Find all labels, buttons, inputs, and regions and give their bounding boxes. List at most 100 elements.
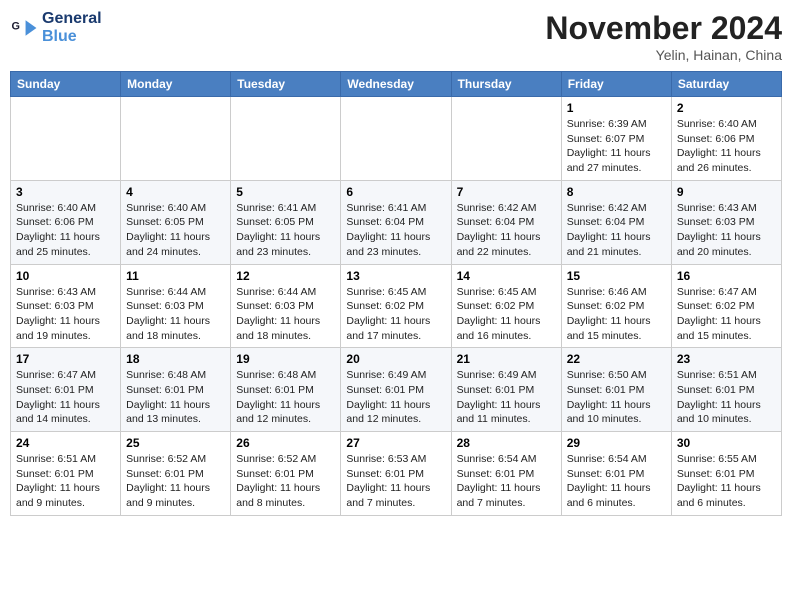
location: Yelin, Hainan, China [545, 47, 782, 63]
calendar-table: SundayMondayTuesdayWednesdayThursdayFrid… [10, 71, 782, 516]
month-title: November 2024 [545, 10, 782, 47]
calendar-cell: 1 Sunrise: 6:39 AM Sunset: 6:07 PM Daylig… [561, 97, 671, 181]
day-info: Sunrise: 6:44 AM Sunset: 6:03 PM Dayligh… [236, 285, 335, 344]
day-info: Sunrise: 6:48 AM Sunset: 6:01 PM Dayligh… [236, 368, 335, 427]
calendar-cell: 3 Sunrise: 6:40 AM Sunset: 6:06 PM Daylig… [11, 180, 121, 264]
day-info: Sunrise: 6:46 AM Sunset: 6:02 PM Dayligh… [567, 285, 666, 344]
calendar-cell [11, 97, 121, 181]
calendar-body: 1 Sunrise: 6:39 AM Sunset: 6:07 PM Daylig… [11, 97, 782, 516]
calendar-week-row: 10 Sunrise: 6:43 AM Sunset: 6:03 PM Dayli… [11, 264, 782, 348]
calendar-cell: 19 Sunrise: 6:48 AM Sunset: 6:01 PM Dayli… [231, 348, 341, 432]
weekday-header: Friday [561, 72, 671, 97]
calendar-cell: 11Sunrise: 6:44 AM Sunset: 6:03 PM Dayli… [121, 264, 231, 348]
day-number: 27 [346, 436, 445, 450]
day-info: Sunrise: 6:54 AM Sunset: 6:01 PM Dayligh… [457, 452, 556, 511]
day-number: 28 [457, 436, 556, 450]
calendar-cell [121, 97, 231, 181]
calendar-week-row: 1 Sunrise: 6:39 AM Sunset: 6:07 PM Daylig… [11, 97, 782, 181]
calendar-cell [231, 97, 341, 181]
day-number: 2 [677, 101, 776, 115]
logo: G General Blue [10, 10, 102, 45]
day-number: 14 [457, 269, 556, 283]
day-number: 21 [457, 352, 556, 366]
day-info: Sunrise: 6:39 AM Sunset: 6:07 PM Dayligh… [567, 117, 666, 176]
logo-icon: G [10, 14, 38, 42]
calendar-cell: 14 Sunrise: 6:45 AM Sunset: 6:02 PM Dayli… [451, 264, 561, 348]
day-number: 6 [346, 185, 445, 199]
weekday-header: Sunday [11, 72, 121, 97]
calendar-cell: 17Sunrise: 6:47 AM Sunset: 6:01 PM Dayli… [11, 348, 121, 432]
calendar-cell: 5Sunrise: 6:41 AM Sunset: 6:05 PM Daylig… [231, 180, 341, 264]
day-info: Sunrise: 6:44 AM Sunset: 6:03 PM Dayligh… [126, 285, 225, 344]
calendar-cell: 6 Sunrise: 6:41 AM Sunset: 6:04 PM Daylig… [341, 180, 451, 264]
calendar-cell: 9 Sunrise: 6:43 AM Sunset: 6:03 PM Daylig… [671, 180, 781, 264]
day-info: Sunrise: 6:41 AM Sunset: 6:04 PM Dayligh… [346, 201, 445, 260]
day-number: 4 [126, 185, 225, 199]
day-info: Sunrise: 6:45 AM Sunset: 6:02 PM Dayligh… [346, 285, 445, 344]
day-info: Sunrise: 6:45 AM Sunset: 6:02 PM Dayligh… [457, 285, 556, 344]
calendar-cell: 30 Sunrise: 6:55 AM Sunset: 6:01 PM Dayli… [671, 432, 781, 516]
day-info: Sunrise: 6:55 AM Sunset: 6:01 PM Dayligh… [677, 452, 776, 511]
title-block: November 2024 Yelin, Hainan, China [545, 10, 782, 63]
weekday-header: Saturday [671, 72, 781, 97]
day-number: 24 [16, 436, 115, 450]
calendar-cell: 27Sunrise: 6:53 AM Sunset: 6:01 PM Dayli… [341, 432, 451, 516]
calendar-cell [341, 97, 451, 181]
day-info: Sunrise: 6:40 AM Sunset: 6:05 PM Dayligh… [126, 201, 225, 260]
day-number: 12 [236, 269, 335, 283]
day-number: 25 [126, 436, 225, 450]
day-number: 9 [677, 185, 776, 199]
calendar-cell: 12 Sunrise: 6:44 AM Sunset: 6:03 PM Dayli… [231, 264, 341, 348]
logo-line2: Blue [42, 28, 102, 46]
day-number: 1 [567, 101, 666, 115]
weekday-header: Tuesday [231, 72, 341, 97]
day-info: Sunrise: 6:50 AM Sunset: 6:01 PM Dayligh… [567, 368, 666, 427]
calendar-cell: 16 Sunrise: 6:47 AM Sunset: 6:02 PM Dayli… [671, 264, 781, 348]
day-number: 19 [236, 352, 335, 366]
calendar-week-row: 3 Sunrise: 6:40 AM Sunset: 6:06 PM Daylig… [11, 180, 782, 264]
header-row: SundayMondayTuesdayWednesdayThursdayFrid… [11, 72, 782, 97]
day-number: 10 [16, 269, 115, 283]
calendar-week-row: 24Sunrise: 6:51 AM Sunset: 6:01 PM Dayli… [11, 432, 782, 516]
calendar-cell: 29 Sunrise: 6:54 AM Sunset: 6:01 PM Dayli… [561, 432, 671, 516]
day-info: Sunrise: 6:42 AM Sunset: 6:04 PM Dayligh… [567, 201, 666, 260]
weekday-header: Wednesday [341, 72, 451, 97]
day-number: 18 [126, 352, 225, 366]
day-number: 29 [567, 436, 666, 450]
day-info: Sunrise: 6:43 AM Sunset: 6:03 PM Dayligh… [677, 201, 776, 260]
day-info: Sunrise: 6:52 AM Sunset: 6:01 PM Dayligh… [126, 452, 225, 511]
day-number: 30 [677, 436, 776, 450]
calendar-header: SundayMondayTuesdayWednesdayThursdayFrid… [11, 72, 782, 97]
day-info: Sunrise: 6:54 AM Sunset: 6:01 PM Dayligh… [567, 452, 666, 511]
day-number: 16 [677, 269, 776, 283]
calendar-cell: 4 Sunrise: 6:40 AM Sunset: 6:05 PM Daylig… [121, 180, 231, 264]
weekday-header: Monday [121, 72, 231, 97]
day-info: Sunrise: 6:40 AM Sunset: 6:06 PM Dayligh… [677, 117, 776, 176]
calendar-cell: 20 Sunrise: 6:49 AM Sunset: 6:01 PM Dayli… [341, 348, 451, 432]
calendar-cell: 7Sunrise: 6:42 AM Sunset: 6:04 PM Daylig… [451, 180, 561, 264]
day-info: Sunrise: 6:40 AM Sunset: 6:06 PM Dayligh… [16, 201, 115, 260]
day-number: 23 [677, 352, 776, 366]
logo-line1: General [42, 10, 102, 28]
day-info: Sunrise: 6:49 AM Sunset: 6:01 PM Dayligh… [346, 368, 445, 427]
day-info: Sunrise: 6:42 AM Sunset: 6:04 PM Dayligh… [457, 201, 556, 260]
calendar-cell: 26Sunrise: 6:52 AM Sunset: 6:01 PM Dayli… [231, 432, 341, 516]
day-number: 13 [346, 269, 445, 283]
day-number: 15 [567, 269, 666, 283]
calendar-cell: 2 Sunrise: 6:40 AM Sunset: 6:06 PM Daylig… [671, 97, 781, 181]
day-number: 20 [346, 352, 445, 366]
calendar-cell [451, 97, 561, 181]
day-number: 17 [16, 352, 115, 366]
day-info: Sunrise: 6:43 AM Sunset: 6:03 PM Dayligh… [16, 285, 115, 344]
calendar-cell: 22Sunrise: 6:50 AM Sunset: 6:01 PM Dayli… [561, 348, 671, 432]
day-info: Sunrise: 6:47 AM Sunset: 6:02 PM Dayligh… [677, 285, 776, 344]
day-number: 3 [16, 185, 115, 199]
calendar-cell: 10 Sunrise: 6:43 AM Sunset: 6:03 PM Dayli… [11, 264, 121, 348]
page-header: G General Blue November 2024 Yelin, Hain… [10, 10, 782, 63]
day-number: 26 [236, 436, 335, 450]
day-info: Sunrise: 6:51 AM Sunset: 6:01 PM Dayligh… [677, 368, 776, 427]
calendar-cell: 28 Sunrise: 6:54 AM Sunset: 6:01 PM Dayli… [451, 432, 561, 516]
calendar-cell: 13 Sunrise: 6:45 AM Sunset: 6:02 PM Dayli… [341, 264, 451, 348]
calendar-cell: 15 Sunrise: 6:46 AM Sunset: 6:02 PM Dayli… [561, 264, 671, 348]
svg-text:G: G [12, 20, 20, 32]
